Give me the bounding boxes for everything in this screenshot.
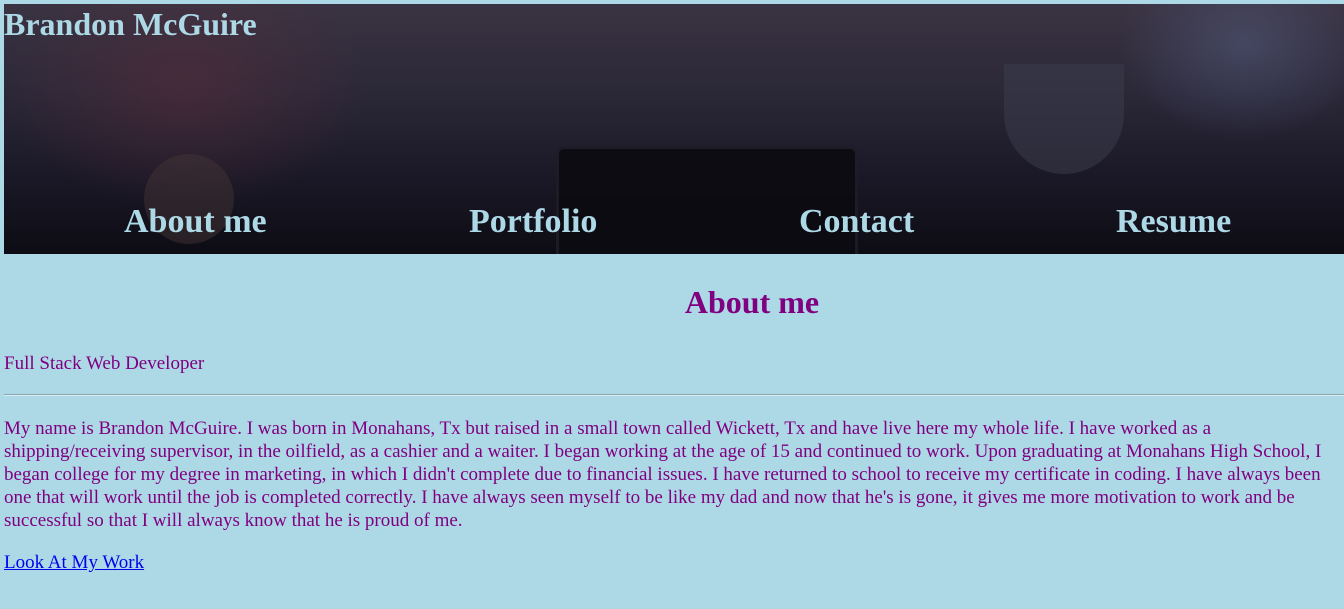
site-title: Brandon McGuire <box>4 6 257 42</box>
section-divider <box>4 394 1344 396</box>
nav-about-link[interactable]: About me <box>124 199 267 245</box>
look-at-my-work-link[interactable]: Look At My Work <box>4 551 144 575</box>
background-decor-lamp <box>1004 64 1124 174</box>
nav-resume-link[interactable]: Resume <box>1116 199 1231 245</box>
main-nav: About me Portfolio Contact Resume <box>4 199 1344 247</box>
nav-portfolio-link[interactable]: Portfolio <box>469 199 597 245</box>
page: Brandon McGuire About me Portfolio Conta… <box>0 0 1344 609</box>
hero-header: Brandon McGuire About me Portfolio Conta… <box>4 4 1344 254</box>
nav-contact-link[interactable]: Contact <box>799 199 914 245</box>
about-heading: About me <box>684 284 820 320</box>
job-title: Full Stack Web Developer <box>4 353 205 374</box>
bio-paragraph: My name is Brandon McGuire. I was born i… <box>4 418 1322 531</box>
